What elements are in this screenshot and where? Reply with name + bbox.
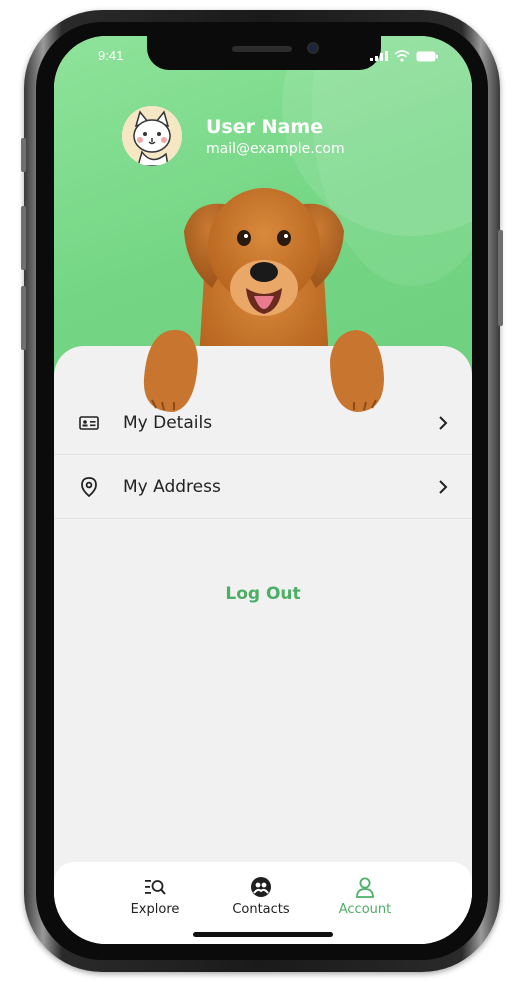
chevron-right-icon xyxy=(436,414,450,432)
tab-label: Contacts xyxy=(232,902,290,917)
status-time: 9:41 xyxy=(98,48,124,63)
tab-label: Explore xyxy=(130,902,180,917)
cat-avatar-icon xyxy=(122,106,182,166)
wifi-icon xyxy=(394,50,410,62)
speaker xyxy=(232,46,292,52)
tab-label: Account xyxy=(338,902,392,917)
tab-explore[interactable]: Explore xyxy=(110,876,200,917)
battery-icon xyxy=(416,51,438,61)
menu-item-my-address[interactable]: My Address xyxy=(54,455,472,519)
tab-bar: Explore Contacts Account xyxy=(54,862,472,944)
menu-label: My Address xyxy=(123,476,221,497)
notch xyxy=(147,36,381,70)
avatar[interactable] xyxy=(122,106,182,166)
id-card-icon xyxy=(78,412,100,434)
contacts-icon xyxy=(216,876,306,898)
status-icons xyxy=(370,50,438,62)
menu-label: My Details xyxy=(123,412,213,433)
home-indicator xyxy=(193,932,333,937)
user-name: User Name xyxy=(206,116,324,138)
power-button xyxy=(498,230,503,326)
chevron-right-icon xyxy=(436,478,450,496)
front-camera xyxy=(307,42,319,54)
account-icon xyxy=(320,876,410,898)
location-pin-icon xyxy=(78,476,100,498)
volume-down-button xyxy=(21,286,26,350)
menu-item-my-details[interactable]: My Details xyxy=(54,391,472,455)
user-email: mail@example.com xyxy=(206,141,345,157)
mute-switch xyxy=(21,138,26,172)
explore-icon xyxy=(110,876,200,898)
tab-account[interactable]: Account xyxy=(320,876,410,917)
tab-contacts[interactable]: Contacts xyxy=(216,876,306,917)
volume-up-button xyxy=(21,206,26,270)
app-screen: 9:41 User Name mail@example.com My Detai… xyxy=(54,36,472,944)
signal-icon xyxy=(370,51,388,61)
logout-button[interactable]: Log Out xyxy=(54,584,472,604)
